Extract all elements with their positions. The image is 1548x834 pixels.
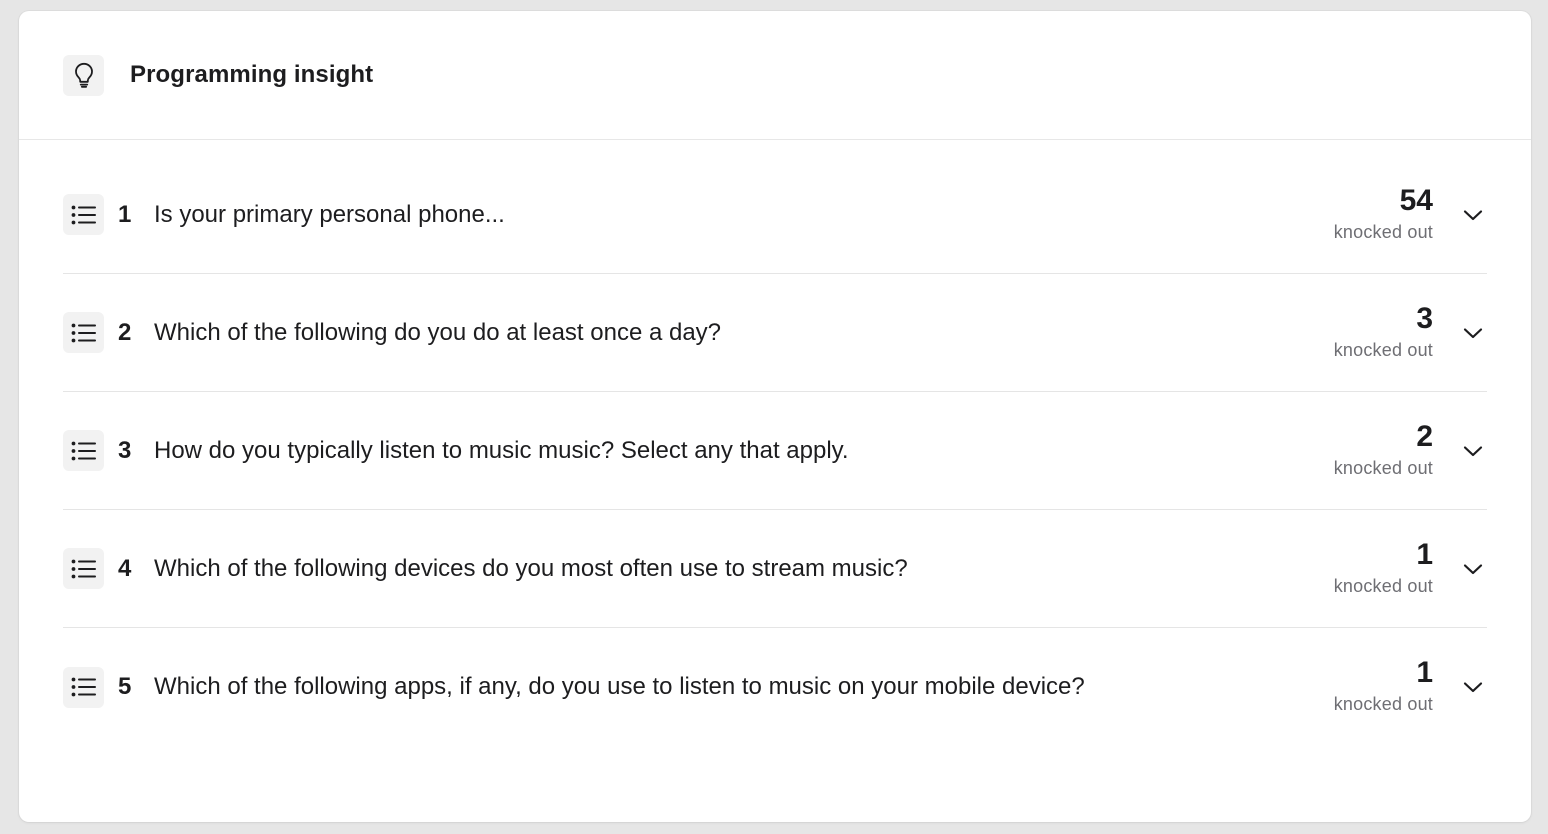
- chevron-down-icon[interactable]: [1459, 673, 1487, 701]
- knockout-count: 1: [1416, 656, 1433, 689]
- question-text: How do you typically listen to music mus…: [154, 436, 849, 464]
- question-number: 5: [118, 673, 132, 700]
- knockout-stat: 1 knocked out: [1333, 537, 1433, 599]
- question-text: Which of the following apps, if any, do …: [154, 673, 1085, 700]
- question-row-3[interactable]: 3 How do you typically listen to music m…: [63, 392, 1487, 510]
- knockout-count: 54: [1399, 183, 1433, 217]
- chevron-down-icon[interactable]: [1459, 201, 1487, 229]
- question-row-2[interactable]: 2 Which of the following do you do at le…: [63, 274, 1487, 392]
- knockout-stat: 1 knocked out: [1334, 657, 1433, 717]
- knockout-label: knocked out: [1333, 221, 1433, 242]
- chevron-down-icon[interactable]: [1459, 437, 1487, 465]
- list-icon: [63, 548, 104, 589]
- chevron-down-icon[interactable]: [1459, 319, 1487, 347]
- knockout-stat: 54 knocked out: [1333, 183, 1433, 245]
- list-icon: [63, 666, 104, 708]
- question-text: Which of the following do you do at leas…: [154, 318, 722, 346]
- knockout-count: 2: [1416, 419, 1433, 453]
- list-icon: [63, 430, 104, 471]
- question-text: Which of the following devices do you mo…: [154, 554, 908, 582]
- question-list: 1 Is your primary personal phone... 54 k…: [63, 156, 1487, 746]
- question-number: 4: [118, 554, 132, 582]
- question-text: Is your primary personal phone...: [154, 200, 505, 228]
- question-number: 3: [118, 436, 132, 464]
- question-number: 1: [118, 200, 132, 228]
- knockout-label: knocked out: [1333, 339, 1433, 360]
- knockout-count: 1: [1416, 537, 1433, 571]
- list-icon: [63, 194, 104, 235]
- knockout-stat: 3 knocked out: [1333, 301, 1433, 363]
- knockout-count: 3: [1416, 301, 1433, 335]
- list-icon: [63, 312, 104, 353]
- card-title: Programming insight: [130, 61, 374, 88]
- knockout-label: knocked out: [1333, 694, 1433, 714]
- chevron-down-icon[interactable]: [1459, 555, 1487, 583]
- question-number: 2: [118, 318, 132, 346]
- knockout-stat: 2 knocked out: [1333, 419, 1433, 481]
- programming-insight-card: Programming insight 1 Is your primary pe…: [19, 11, 1531, 822]
- card-header: Programming insight: [19, 11, 1531, 140]
- knockout-label: knocked out: [1333, 575, 1433, 596]
- knockout-label: knocked out: [1333, 457, 1433, 478]
- question-row-1[interactable]: 1 Is your primary personal phone... 54 k…: [63, 156, 1487, 274]
- question-row-4[interactable]: 4 Which of the following devices do you …: [63, 510, 1487, 628]
- lightbulb-icon: [63, 54, 104, 96]
- question-row-5[interactable]: 5 Which of the following apps, if any, d…: [63, 628, 1487, 746]
